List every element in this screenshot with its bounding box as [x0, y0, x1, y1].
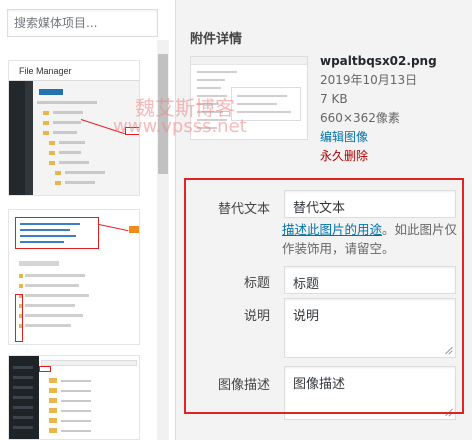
thumbnail-line — [25, 324, 71, 327]
folder-icon — [19, 274, 23, 278]
title-label: 标题 — [243, 276, 270, 291]
thumbnail-toolbar — [41, 360, 137, 366]
alt-text-label: 替代文本 — [217, 202, 270, 217]
thumbnail-line — [61, 400, 91, 402]
edit-image-link[interactable]: 编辑图像 — [320, 128, 437, 147]
folder-icon — [49, 161, 55, 165]
folder-icon — [55, 181, 61, 185]
annotation-box — [125, 127, 139, 135]
thumbnail-line — [53, 131, 77, 134]
folder-icon — [49, 151, 55, 155]
resize-handle-icon[interactable] — [444, 408, 452, 416]
preview-line — [197, 111, 223, 113]
attachment-date: 2019年10月13日 — [320, 73, 418, 87]
search-media-input[interactable] — [7, 9, 158, 37]
thumbnail-line — [25, 294, 89, 297]
thumbnail-title: File Manager — [9, 61, 139, 81]
thumbnail-line — [59, 141, 85, 144]
folder-icon — [49, 428, 57, 433]
description-label: 图像描述 — [217, 378, 270, 393]
thumbnail-line — [61, 380, 91, 382]
preview-line — [237, 103, 277, 105]
attachment-filesize: 7 KB — [320, 92, 348, 106]
folder-icon — [43, 131, 49, 135]
thumbnail-line — [25, 304, 75, 307]
thumbnail-line — [53, 111, 83, 114]
folder-icon — [19, 284, 23, 288]
thumbnail-line — [61, 430, 91, 432]
annotation-box — [15, 294, 23, 342]
thumbnail-sidebar-sub — [25, 81, 33, 195]
thumbnail-sidebar — [9, 356, 39, 439]
preview-toolbar — [191, 57, 307, 65]
title-input[interactable]: 标题 — [284, 266, 456, 294]
thumbnail-line — [25, 314, 83, 317]
alt-text-input[interactable]: 替代文本 — [284, 190, 456, 218]
folder-icon — [43, 121, 49, 125]
thumbnail-line — [65, 171, 105, 174]
caption-textarea[interactable]: 说明 — [284, 298, 456, 358]
attachment-dimensions: 660×362像素 — [320, 111, 400, 125]
resize-handle-icon[interactable] — [444, 346, 452, 354]
thumbnail-line — [61, 420, 91, 422]
annotation-arrow — [98, 224, 129, 232]
panel-heading: 附件详情 — [190, 32, 243, 47]
folder-icon — [49, 141, 55, 145]
annotation-box — [15, 217, 99, 249]
folder-icon — [49, 418, 57, 423]
delete-permanently-link[interactable]: 永久删除 — [320, 147, 437, 166]
preview-line — [197, 127, 217, 129]
preview-line — [237, 111, 291, 113]
preview-line — [197, 95, 227, 97]
folder-icon — [43, 111, 49, 115]
library-scrollbar-thumb[interactable] — [158, 54, 168, 174]
annotation-arrow — [80, 119, 125, 135]
preview-line — [197, 103, 219, 105]
thumbnail-line — [61, 390, 91, 392]
alt-text-help-link[interactable]: 描述此图片的用途 — [282, 222, 382, 237]
thumbnail-tab — [39, 89, 63, 95]
thumbnail-button — [129, 226, 139, 233]
description-textarea[interactable]: 图像描述 — [284, 366, 456, 420]
media-thumbnail[interactable] — [8, 355, 140, 440]
caption-label: 说明 — [243, 309, 270, 324]
folder-icon — [49, 398, 57, 403]
alt-text-hint: 描述此图片的用途。如此图片仅作装饰用，请留空。 — [282, 220, 460, 258]
preview-line — [237, 95, 287, 97]
preview-line — [197, 71, 237, 73]
thumbnail-line — [25, 284, 79, 287]
annotation-box — [39, 366, 51, 372]
preview-line — [197, 79, 225, 81]
folder-icon — [49, 408, 57, 413]
thumbnail-line — [65, 181, 95, 184]
preview-line — [197, 119, 227, 121]
attachment-preview-image — [190, 56, 308, 140]
media-thumbnail[interactable] — [8, 209, 140, 345]
thumbnail-line — [59, 151, 81, 154]
thumbnail-line — [61, 410, 91, 412]
thumbnail-line — [53, 121, 81, 124]
thumbnail-line — [37, 101, 97, 104]
folder-icon — [49, 378, 57, 383]
attachment-filename: wpaltbqsx02.png — [320, 54, 437, 68]
thumbnail-line — [59, 161, 89, 164]
preview-line — [197, 87, 221, 89]
thumbnail-line — [25, 274, 85, 277]
media-library-panel: File Manager — [0, 0, 176, 440]
thumbnail-sidebar — [9, 81, 25, 195]
folder-icon — [55, 171, 61, 175]
folder-icon — [49, 388, 57, 393]
thumbnail-toolbar — [19, 261, 59, 266]
media-thumbnail[interactable]: File Manager — [8, 60, 140, 196]
attachment-meta: wpaltbqsx02.png 2019年10月13日 7 KB 660×362… — [320, 52, 437, 166]
